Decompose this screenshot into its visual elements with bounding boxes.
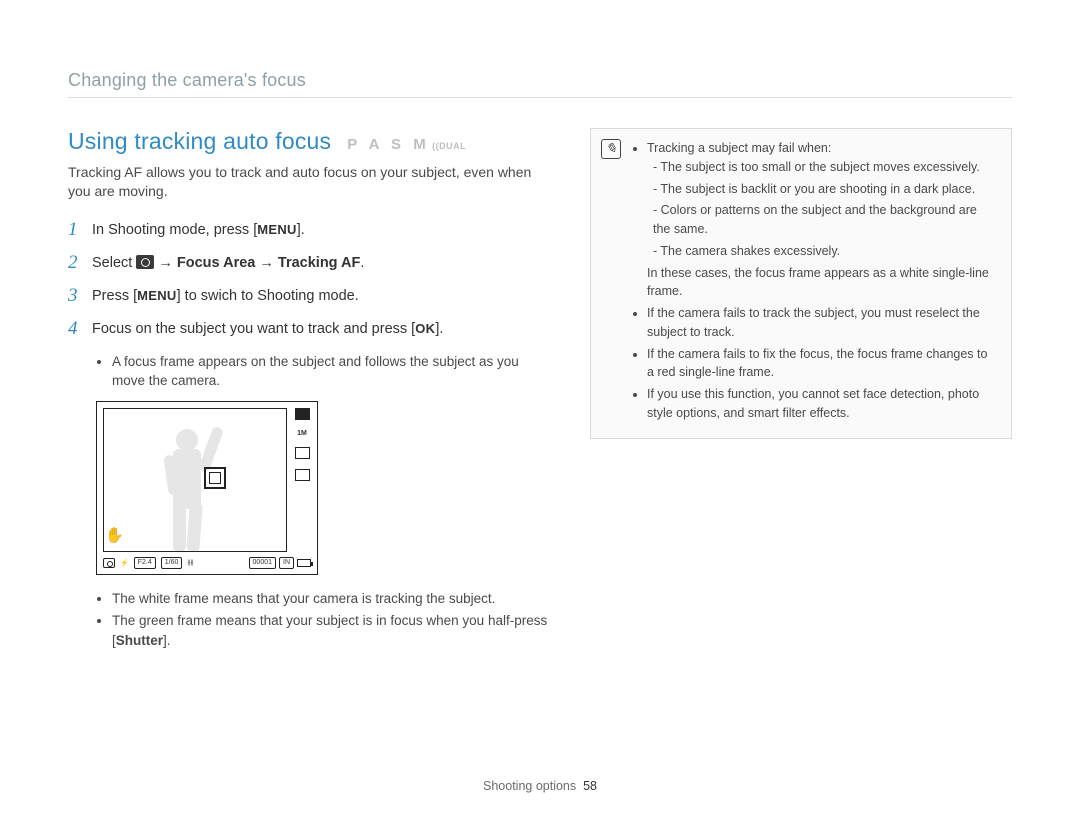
setting-icon [295,408,310,420]
note-subitem: The camera shakes excessively. [653,242,997,261]
lcd-status-bar: ⚡ F2.4 1/60 |·|·|·| 00001 IN [103,555,311,571]
note-subitem: The subject is too small or the subject … [653,158,997,177]
mode-indicators: P A S M ((DUAL [347,136,466,154]
footer-section: Shooting options [483,779,576,793]
note-icon: ✎ [601,139,621,159]
heading-row: Using tracking auto focus P A S M ((DUAL [68,128,554,155]
content-columns: Using tracking auto focus P A S M ((DUAL… [68,128,1012,653]
step-text: In Shooting mode, press [ [92,222,257,238]
right-column: ✎ Tracking a subject may fail when: The … [590,128,1012,653]
tracking-af-label: Tracking AF [278,255,360,271]
aperture-value: F2.4 [134,557,156,569]
intro-text: Tracking AF allows you to track and auto… [68,163,554,201]
battery-icon [297,559,311,567]
camera-icon [136,255,154,269]
focus-frame-icon [204,467,226,489]
step-1: 1 In Shooting mode, press [MENU]. [68,219,554,242]
note-item: If the camera fails to track the subject… [647,304,997,342]
note-white-frame: The white frame means that your camera i… [112,589,554,609]
resolution-icon: 1M [297,430,307,437]
note-subitem: The subject is backlit or you are shooti… [653,180,997,199]
section-heading: Using tracking auto focus [68,128,331,155]
dual-icon: ((DUAL [432,141,466,151]
menu-icon: MENU [257,220,296,241]
breadcrumb: Changing the camera's focus [68,70,1012,91]
shutter-value: 1/60 [161,557,183,569]
step-4-sub: A focus frame appears on the subject and… [112,352,554,391]
step-text: ] to swich to Shooting mode. [177,288,359,304]
arrow-icon: → [255,255,278,271]
step-number: 4 [68,318,82,341]
setting-icon [295,447,310,459]
step-text: ]. [297,222,305,238]
note-subitem: Colors or patterns on the subject and th… [653,201,997,239]
step-text: Press [ [92,288,137,304]
step-text: Select [92,255,136,271]
shot-count: 00001 [249,557,276,569]
shake-icon: ✋ [105,526,124,544]
note-item: Tracking a subject may fail when: The su… [647,139,997,301]
page-footer: Shooting options 58 [0,779,1080,793]
ev-scale-icon: |·|·|·| [187,560,192,566]
page-number: 58 [583,779,597,793]
divider [68,97,1012,98]
note-item: If you use this function, you cannot set… [647,385,997,423]
setting-icon [295,469,310,481]
mode-icon [103,558,115,568]
step-2: 2 Select → Focus Area → Tracking AF. [68,252,554,275]
lcd-main-area [103,408,287,552]
focus-area-label: Focus Area [177,255,255,271]
step-3: 3 Press [MENU] to swich to Shooting mode… [68,285,554,308]
arrow-icon: → [154,255,177,271]
step-number: 3 [68,285,82,308]
step-text: Focus on the subject you want to track a… [92,321,415,337]
menu-icon: MENU [137,286,176,307]
step-text: ]. [435,321,443,337]
storage-icon: IN [279,557,294,569]
lcd-side-icons: 1M [291,408,313,481]
step-4: 4 Focus on the subject you want to track… [68,318,554,341]
left-column: Using tracking auto focus P A S M ((DUAL… [68,128,554,653]
mode-letters: P A S M [347,136,429,153]
note-box: ✎ Tracking a subject may fail when: The … [590,128,1012,439]
step-number: 2 [68,252,82,275]
note-followup: In these cases, the focus frame appears … [647,264,997,302]
lcd-illustration: 1M ✋ ⚡ F2.4 1/60 |·|·|·| 00001 IN [96,401,318,575]
ok-icon: OK [415,319,435,340]
flash-icon: ⚡ [120,559,129,567]
shutter-label: Shutter [116,633,163,648]
note-green-frame: The green frame means that your subject … [112,611,554,650]
step-number: 1 [68,219,82,242]
note-item: If the camera fails to fix the focus, th… [647,345,997,383]
